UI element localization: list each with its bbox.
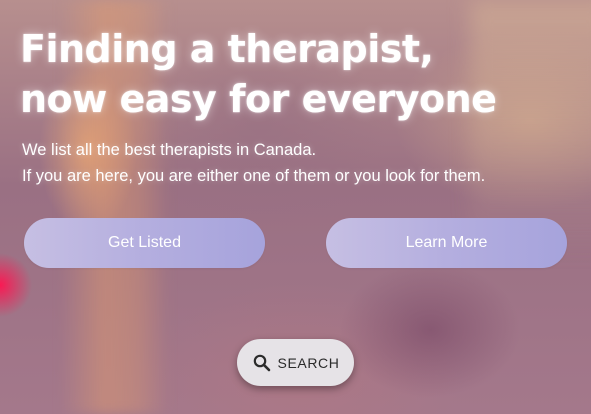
- get-listed-button[interactable]: Get Listed: [24, 218, 265, 268]
- hero-subtext-line-2: If you are here, you are either one of t…: [22, 167, 486, 185]
- hero-subtext-line-1: We list all the best therapists in Canad…: [22, 141, 317, 159]
- search-icon: [252, 353, 272, 373]
- hero-headline-line-1: Finding a therapist,: [20, 27, 434, 71]
- hero-headline-line-2: now easy for everyone: [20, 77, 497, 121]
- hero-subtext: We list all the best therapists in Canad…: [22, 137, 485, 189]
- search-button-label: SEARCH: [277, 354, 340, 371]
- search-button[interactable]: SEARCH: [237, 339, 354, 386]
- hero-headline: Finding a therapist, now easy for everyo…: [20, 24, 497, 124]
- learn-more-button[interactable]: Learn More: [326, 218, 567, 268]
